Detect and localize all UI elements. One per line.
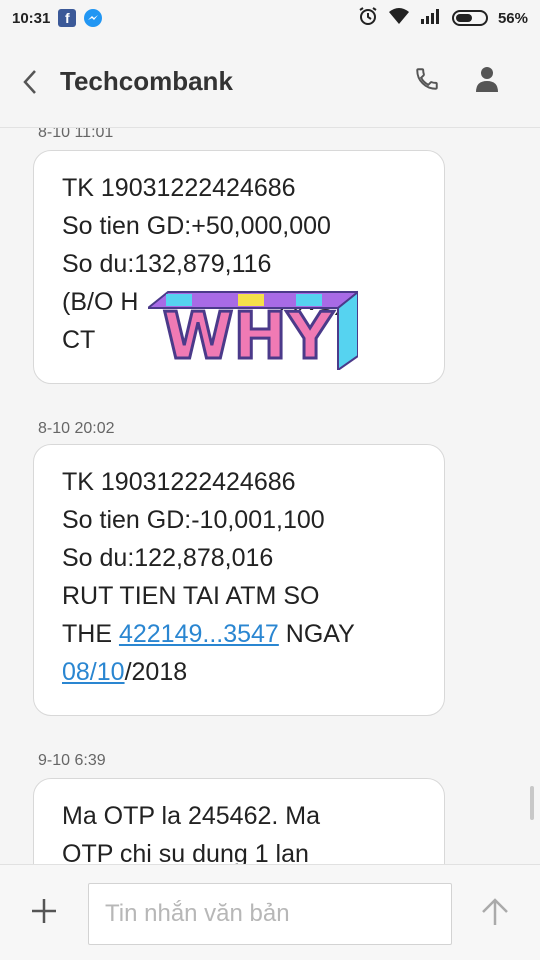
message-text: (B/O H bbox=[62, 288, 139, 316]
message-line: Ma OTP la 245462. Ma bbox=[62, 802, 321, 830]
message-bubble[interactable]: Ma OTP la 245462. Ma OTP chi su dung 1 l… bbox=[33, 778, 445, 864]
message-text: /2018 bbox=[124, 658, 188, 686]
message-timestamp: 8-10 20:02 bbox=[38, 420, 115, 437]
signal-icon bbox=[420, 8, 442, 28]
contact-button[interactable] bbox=[474, 65, 500, 98]
message-line: TK 19031222424686 bbox=[62, 468, 296, 496]
messenger-icon bbox=[84, 9, 103, 27]
message-bubble[interactable]: TK 19031222424686 So tien GD:-10,001,100… bbox=[33, 444, 445, 716]
battery-level bbox=[455, 14, 472, 22]
message-line: So du:132,879,116 bbox=[62, 250, 272, 278]
sticker-text: WHY bbox=[163, 300, 334, 370]
add-attachment-button[interactable] bbox=[28, 895, 60, 927]
facebook-icon: f bbox=[58, 9, 77, 27]
message-text: THE bbox=[62, 620, 119, 648]
composer-bar bbox=[0, 864, 540, 960]
contact-icon bbox=[476, 67, 498, 92]
message-text: NGAY bbox=[278, 620, 355, 648]
message-line: OTP chi su dung 1 lan bbox=[62, 840, 309, 864]
back-icon bbox=[23, 69, 36, 94]
message-timestamp: 8-10 11:01 bbox=[38, 128, 114, 141]
wifi-icon bbox=[388, 7, 410, 29]
conversation-title: Techcombank bbox=[60, 66, 233, 96]
status-time: 10:31 bbox=[12, 9, 51, 27]
message-line: So du:122,878,016 bbox=[62, 544, 274, 572]
message-timestamp: 9-10 6:39 bbox=[38, 752, 106, 769]
conversation-header: Techcombank bbox=[0, 36, 540, 128]
card-number-link[interactable]: 422149...3547 bbox=[119, 620, 279, 648]
phone-icon bbox=[416, 68, 438, 90]
back-button[interactable] bbox=[0, 36, 60, 128]
status-bar: 10:31 f 56% bbox=[0, 0, 540, 36]
message-line: RUT TIEN TAI ATM SO bbox=[62, 582, 320, 610]
send-button[interactable] bbox=[478, 895, 512, 929]
message-line: So tien GD:-10,001,100 bbox=[62, 506, 325, 534]
message-line: 08/10/2018 bbox=[62, 653, 416, 691]
message-line: THE 422149...3547 NGAY bbox=[62, 615, 416, 653]
alarm-icon bbox=[358, 6, 378, 30]
message-line: TK 19031222424686 bbox=[62, 174, 296, 202]
battery-percent: 56% bbox=[497, 9, 528, 27]
message-input[interactable] bbox=[88, 883, 452, 945]
send-icon bbox=[482, 898, 508, 925]
scrollbar[interactable] bbox=[530, 786, 534, 820]
why-sticker: WHY bbox=[148, 290, 358, 370]
message-line: So tien GD:+50,000,000 bbox=[62, 212, 331, 240]
date-link[interactable]: 08/10 bbox=[62, 658, 125, 686]
add-icon bbox=[32, 899, 56, 923]
call-button[interactable] bbox=[414, 66, 440, 97]
battery-icon bbox=[451, 10, 488, 26]
message-list[interactable]: 8-10 11:01 TK 19031222424686 So tien GD:… bbox=[0, 128, 540, 864]
